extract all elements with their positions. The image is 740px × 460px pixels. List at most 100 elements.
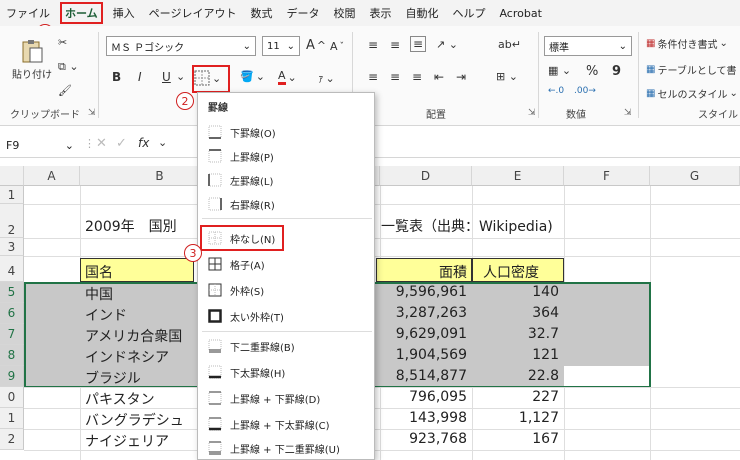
bottom-border-icon xyxy=(208,125,222,139)
cell-styles-button[interactable]: ▦ セルのスタイル ⌄ xyxy=(646,86,738,101)
menu-review[interactable]: 校閲 xyxy=(333,5,355,21)
decrease-decimal-icon[interactable]: .00→ xyxy=(574,86,596,96)
row-header[interactable]: 9 xyxy=(0,366,24,387)
top-double-bottom-border-item[interactable]: 上罫線 + 下二重罫線(U) xyxy=(202,437,372,459)
menu-view[interactable]: 表示 xyxy=(369,5,391,21)
fill-color-button[interactable]: 🪣 ⌄ xyxy=(240,70,265,83)
italic-button[interactable]: I xyxy=(138,70,142,84)
grow-font-label: A xyxy=(306,38,315,53)
grow-font-button[interactable]: A ^ xyxy=(306,38,326,53)
menu-file[interactable]: ファイル xyxy=(6,5,50,21)
phonetic-button[interactable]: ｧ ⌄ xyxy=(318,70,335,86)
group-separator xyxy=(98,32,99,118)
row-header[interactable]: 8 xyxy=(0,345,24,366)
clipboard-launcher-icon[interactable]: ⇲ xyxy=(88,108,96,118)
shrink-font-button[interactable]: Aˇ xyxy=(330,40,344,53)
cut-icon[interactable]: ✂ xyxy=(58,36,67,49)
borders-dropdown-menu: 罫線 下罫線(O) 上罫線(P) 左罫線(L) 右罫線(R) 枠なし(N) 格子… xyxy=(197,92,375,460)
all-borders-item[interactable]: 格子(A) xyxy=(202,253,372,275)
chevron-down-icon[interactable]: ⌄ xyxy=(176,70,185,83)
cell-styles-label: セルのスタイル xyxy=(657,90,728,101)
row-header[interactable]: 2 xyxy=(0,204,24,238)
bottom-border-item[interactable]: 下罫線(O) xyxy=(202,121,372,143)
font-size-value: 11 xyxy=(267,40,280,52)
right-border-item[interactable]: 右罫線(R) xyxy=(202,193,372,215)
gridline xyxy=(24,238,740,239)
insert-function-button[interactable]: fx xyxy=(138,136,149,150)
menu-automate[interactable]: 自動化 xyxy=(405,5,438,21)
currency-icon[interactable]: ▦ ⌄ xyxy=(548,64,571,77)
align-bottom-icon[interactable]: ≡ xyxy=(410,36,427,52)
menu-page-layout[interactable]: ページレイアウト xyxy=(149,5,237,21)
row-header[interactable]: 0 xyxy=(0,387,24,408)
align-center-icon[interactable]: ≡ xyxy=(390,70,400,84)
country-name: パキスタン xyxy=(85,392,155,408)
number-format-value: 標準 xyxy=(549,42,569,54)
format-painter-icon[interactable]: 🖌 xyxy=(58,84,72,97)
step-marker-3: 3 xyxy=(184,244,202,262)
align-middle-icon[interactable]: ≡ xyxy=(390,38,400,52)
menu-help[interactable]: ヘルプ xyxy=(452,5,485,21)
alignment-launcher-icon[interactable]: ⇲ xyxy=(528,108,536,118)
menu-insert[interactable]: 挿入 xyxy=(113,5,135,21)
bold-button[interactable]: B xyxy=(112,70,121,84)
column-header[interactable]: G xyxy=(650,166,740,186)
column-header[interactable]: D xyxy=(380,166,472,186)
decrease-indent-icon[interactable]: ⇤ xyxy=(434,70,444,84)
menu-home[interactable]: ホーム xyxy=(60,2,103,24)
column-header[interactable]: A xyxy=(24,166,80,186)
align-right-icon[interactable]: ≡ xyxy=(412,70,422,84)
menu-formulas[interactable]: 数式 xyxy=(250,5,272,21)
row-header[interactable]: 1 xyxy=(0,408,24,429)
country-density: 32.7 xyxy=(527,326,559,342)
menu-data[interactable]: データ xyxy=(286,5,319,21)
align-left-icon[interactable]: ≡ xyxy=(368,70,378,84)
paste-button[interactable]: 貼り付け xyxy=(12,38,52,81)
top-border-item[interactable]: 上罫線(P) xyxy=(202,145,372,167)
comma-button[interactable]: 9 xyxy=(612,64,621,79)
increase-indent-icon[interactable]: ⇥ xyxy=(456,70,466,84)
copy-icon[interactable]: ⧉ ⌄ xyxy=(58,60,79,74)
column-header[interactable]: E xyxy=(472,166,564,186)
number-format-select[interactable]: 標準 ⌄ xyxy=(544,36,632,56)
number-launcher-icon[interactable]: ⇲ xyxy=(624,108,632,118)
font-size-select[interactable]: 11 ⌄ xyxy=(262,36,300,56)
menu-acrobat[interactable]: Acrobat xyxy=(499,7,541,20)
select-all-corner[interactable] xyxy=(0,166,24,186)
percent-button[interactable]: % xyxy=(586,64,598,79)
increase-decimal-icon[interactable]: ←.0 xyxy=(548,86,564,96)
conditional-format-button[interactable]: ▦ 条件付き書式 ⌄ xyxy=(646,36,728,51)
underline-button[interactable]: U xyxy=(162,70,171,84)
wrap-text-icon[interactable]: ab↵ xyxy=(498,38,521,51)
font-name-select[interactable]: ＭＳ Ｐゴシック ⌄ xyxy=(106,36,256,56)
outside-borders-icon xyxy=(208,283,222,297)
country-area: 8,514,877 xyxy=(395,368,467,384)
format-as-table-button[interactable]: ▦ テーブルとして書 xyxy=(646,62,737,77)
column-header[interactable]: F xyxy=(564,166,650,186)
row-header[interactable]: 6 xyxy=(0,303,24,324)
cancel-icon[interactable]: ✕ xyxy=(96,136,107,151)
format-as-table-label: テーブルとして書 xyxy=(657,66,737,77)
row-header[interactable]: 2 xyxy=(0,429,24,450)
merge-center-icon[interactable]: ⊞ ⌄ xyxy=(496,70,518,83)
name-box[interactable]: F9 ⌄ xyxy=(6,136,74,154)
group-separator xyxy=(638,32,639,118)
top-thick-bottom-border-item[interactable]: 上罫線 + 下太罫線(C) xyxy=(202,413,372,435)
paste-label: 貼り付け xyxy=(12,70,52,81)
left-border-item[interactable]: 左罫線(L) xyxy=(202,169,372,191)
bottom-double-border-item[interactable]: 下二重罫線(B) xyxy=(202,335,372,357)
align-top-icon[interactable]: ≡ xyxy=(368,38,378,52)
outside-borders-item[interactable]: 外枠(S) xyxy=(202,279,372,301)
row-header[interactable]: 5 xyxy=(0,282,24,303)
row-header[interactable]: 1 xyxy=(0,186,24,204)
menu-item-label: 左罫線(L) xyxy=(230,176,274,188)
enter-icon[interactable]: ✓ xyxy=(116,136,127,151)
row-header[interactable]: 3 xyxy=(0,238,24,256)
top-bottom-border-item[interactable]: 上罫線 + 下罫線(D) xyxy=(202,387,372,409)
thick-outside-borders-item[interactable]: 太い外枠(T) xyxy=(202,305,372,327)
orientation-icon[interactable]: ↗ ⌄ xyxy=(436,38,458,51)
font-color-button[interactable]: A ⌄ xyxy=(278,70,297,85)
row-header[interactable]: 7 xyxy=(0,324,24,345)
thick-bottom-border-item[interactable]: 下太罫線(H) xyxy=(202,361,372,383)
row-header[interactable]: 4 xyxy=(0,256,24,282)
